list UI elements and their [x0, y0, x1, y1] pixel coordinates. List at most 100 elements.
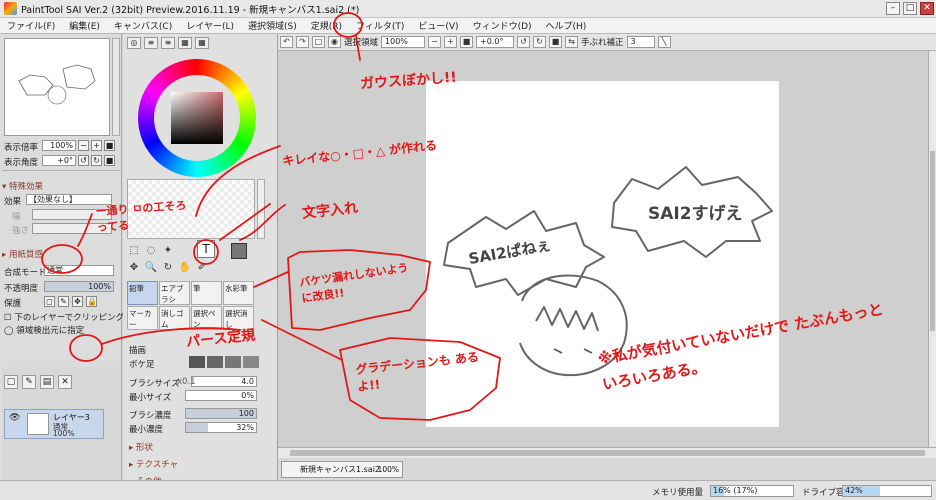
rect-select-icon[interactable]: ⬚	[127, 244, 141, 258]
min-size-slider[interactable]: 0%	[185, 390, 257, 401]
rotate-reset-icon[interactable]: ■	[549, 36, 563, 48]
brush-airbrush[interactable]: エアブラシ	[159, 281, 190, 305]
eyedropper-icon[interactable]: ✐	[195, 261, 209, 275]
new-layer-icon[interactable]: ▢	[4, 375, 18, 389]
navigator-thumbnail	[18, 64, 96, 105]
canvas-toolbar: ↶ ↷ □ ◉ 選択領域 100% − + ■ +0.0° ↺ ↻ ■ ⇆ 手ぶ…	[278, 34, 936, 51]
text-tool-icon[interactable]: T	[197, 240, 215, 258]
magic-wand-icon[interactable]: ✦	[161, 244, 175, 258]
brush-size-multiplier[interactable]: x0.1	[177, 377, 196, 387]
brush-marker[interactable]: マーカー	[127, 306, 158, 330]
brush-pencil[interactable]: 鉛筆	[127, 281, 158, 305]
protect-move-icon[interactable]: ✥	[72, 296, 83, 307]
redo-icon[interactable]: ↷	[296, 36, 309, 48]
texture-section-title: テクスチャ	[135, 460, 179, 470]
vertical-scroll-thumb[interactable]	[930, 151, 935, 331]
brush-shape-selector[interactable]	[189, 356, 259, 368]
swatch-tab-icon[interactable]: ▦	[195, 37, 209, 49]
zoom-out-icon[interactable]: −	[428, 36, 442, 48]
protect-alpha-icon[interactable]: ◻	[44, 296, 55, 307]
navigator-preview[interactable]	[4, 38, 110, 136]
rotate-right-icon[interactable]: ↻	[533, 36, 547, 48]
zoom-label: 表示倍率	[4, 143, 39, 153]
brush-fude[interactable]: 筆	[191, 281, 222, 305]
close-button[interactable]: ✕	[920, 2, 934, 15]
document-tab[interactable]: 新規キャンバス1.sai2 100%	[281, 461, 403, 478]
nav-rotate-right-icon[interactable]: ↻	[91, 155, 102, 166]
texture-section-header[interactable]: ▸ テクスチャ	[129, 458, 178, 470]
clip-checkbox[interactable]: ☐ 下のレイヤーでクリッピング	[4, 311, 124, 323]
new-folder-icon[interactable]: ✎	[22, 375, 36, 389]
angle-value[interactable]: +0°	[42, 155, 76, 166]
opacity-label: 不透明度	[4, 284, 39, 294]
menu-help[interactable]: ヘルプ(H)	[539, 19, 594, 32]
brush-watercolor[interactable]: 水彩筆	[223, 281, 254, 305]
vertical-scrollbar[interactable]	[928, 51, 936, 447]
current-color-swatch[interactable]	[231, 243, 247, 259]
menu-canvas[interactable]: キャンバス(C)	[107, 19, 179, 32]
lasso-icon[interactable]: ◌	[144, 244, 158, 258]
rgb-slider-tab-icon[interactable]: ≡	[144, 37, 158, 49]
swatch-scrollbar[interactable]	[257, 179, 265, 239]
source-checkbox[interactable]: ◯ 領域検出元に指定	[4, 324, 84, 336]
horizontal-scrollbar[interactable]	[278, 447, 936, 458]
protect-lock-icon[interactable]: ✎	[58, 296, 69, 307]
opacity-slider[interactable]: 100%	[44, 281, 114, 292]
move-icon[interactable]: ✥	[127, 261, 141, 275]
layer-toolbar: ▢ ✎ ▤ ✕	[4, 375, 72, 389]
brush-select-pen[interactable]: 選択ペン	[191, 306, 222, 330]
palette-tab-icon[interactable]: ▦	[178, 37, 192, 49]
zoom-value[interactable]: 100%	[42, 140, 76, 151]
nav-zoom-out-icon[interactable]: −	[78, 140, 89, 151]
zoom-select[interactable]: 100%	[381, 36, 426, 48]
nav-rotate-left-icon[interactable]: ↺	[78, 155, 89, 166]
zoom-reset-icon[interactable]: ■	[460, 36, 474, 48]
layer-item[interactable]: 👁 レイヤー3 通常 100%	[4, 409, 104, 439]
stabilizer-select[interactable]: 3	[626, 36, 655, 48]
color-wheel-tab-icon[interactable]: ◎	[127, 37, 141, 49]
nav-zoom-in-icon[interactable]: +	[91, 140, 102, 151]
angle-select[interactable]: +0.0°	[476, 36, 515, 48]
strength-label: 強さ	[12, 226, 30, 236]
flip-icon[interactable]: ⇆	[565, 36, 579, 48]
undo-icon[interactable]: ↶	[280, 36, 293, 48]
menu-file[interactable]: ファイル(F)	[0, 19, 62, 32]
deselect-icon[interactable]: □	[312, 36, 325, 48]
zoom-in-icon[interactable]: +	[444, 36, 458, 48]
nav-zoom-reset-icon[interactable]: ■	[104, 140, 115, 151]
nav-rotate-reset-icon[interactable]: ■	[104, 155, 115, 166]
hand-icon[interactable]: ✋	[178, 261, 192, 275]
horizontal-scroll-thumb[interactable]	[290, 450, 925, 456]
brush-size-slider[interactable]: 4.0	[191, 376, 257, 387]
navigator-scrollbar[interactable]	[112, 38, 120, 136]
blend-mode-select[interactable]: 通常	[44, 265, 114, 276]
layer-copy-icon[interactable]: ▤	[40, 375, 54, 389]
menu-layer[interactable]: レイヤー(L)	[179, 19, 241, 32]
rotate-left-icon[interactable]: ↺	[517, 36, 531, 48]
density-slider[interactable]: 100	[185, 408, 257, 419]
paper-section-header[interactable]: ▸ 用紙質感	[2, 248, 43, 260]
minimize-button[interactable]: –	[886, 2, 900, 15]
zoom-tool-icon[interactable]: 🔍	[144, 261, 158, 275]
protect-all-icon[interactable]: 🔒	[86, 296, 97, 307]
menu-view[interactable]: ビュー(V)	[411, 19, 465, 32]
app-icon	[4, 2, 17, 15]
rotate-tool-icon[interactable]: ↻	[161, 261, 175, 275]
min-density-slider[interactable]: 32%	[185, 422, 257, 433]
saturation-value-box[interactable]	[171, 92, 223, 144]
menu-window[interactable]: ウィンドウ(D)	[466, 19, 539, 32]
selection-visible-icon[interactable]: ◉	[328, 36, 341, 48]
layer-delete-icon[interactable]: ✕	[58, 375, 72, 389]
menu-filter[interactable]: フィルタ(T)	[349, 19, 411, 32]
color-wheel[interactable]	[138, 59, 256, 177]
shape-section-header[interactable]: ▸ 形状	[129, 441, 153, 453]
brush-eraser[interactable]: 消しゴム	[159, 306, 190, 330]
maximize-button[interactable]: □	[903, 2, 917, 15]
eye-icon[interactable]: 👁	[9, 413, 20, 423]
menu-selection[interactable]: 選択領域(S)	[241, 19, 304, 32]
line-tool-icon[interactable]: ╲	[657, 36, 671, 48]
hsv-slider-tab-icon[interactable]: ≡	[161, 37, 175, 49]
menu-ruler[interactable]: 定規(R)	[304, 19, 349, 32]
menu-edit[interactable]: 編集(E)	[62, 19, 107, 32]
effects-section-header[interactable]: ▾ 特殊効果	[2, 180, 43, 192]
